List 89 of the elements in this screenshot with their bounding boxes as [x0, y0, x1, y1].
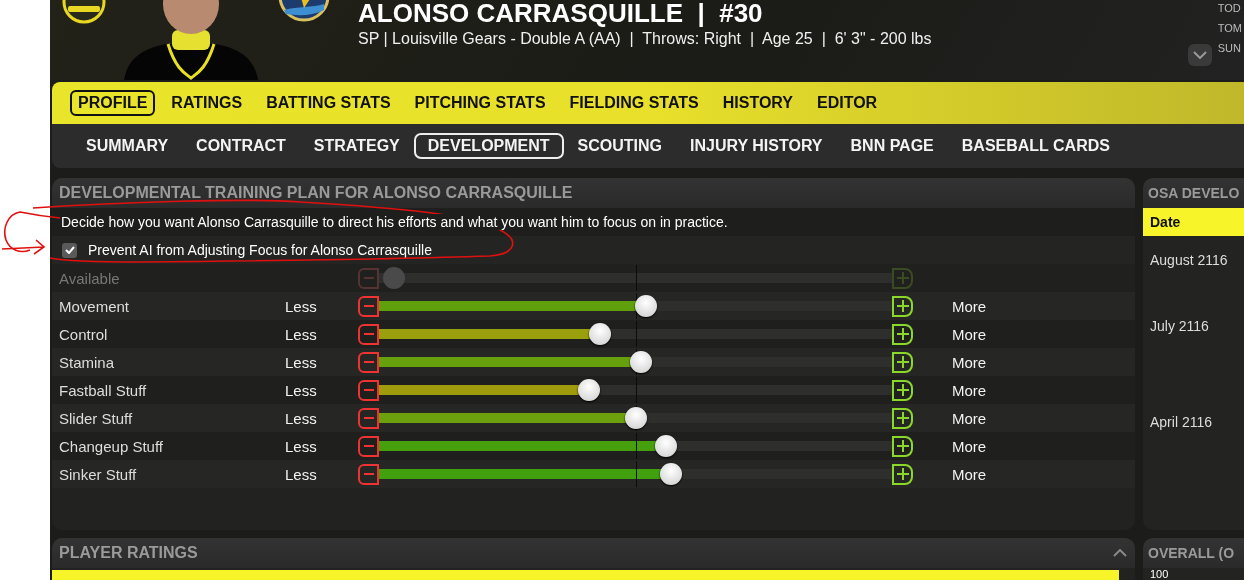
- expand-button[interactable]: [1187, 44, 1212, 66]
- row-label: Changeup Stuff: [59, 437, 164, 455]
- center-mark: [635, 377, 637, 403]
- tab[interactable]: BNN PAGE: [836, 133, 948, 159]
- slider-thumb[interactable]: [655, 435, 678, 457]
- chevron-down-icon: [1192, 51, 1207, 59]
- tab[interactable]: RATINGS: [163, 90, 251, 116]
- less-label: Less: [285, 325, 318, 343]
- row-label: Movement: [59, 297, 131, 315]
- tab[interactable]: BATTING STATS: [258, 90, 399, 116]
- more-label: More: [952, 297, 987, 315]
- minus-icon: [363, 473, 374, 475]
- description-text: Decide how you want Alonso Carrasquille to direct his efforts and what you want him to focus on in practice.: [61, 214, 728, 230]
- tab[interactable]: BASEBALL CARDS: [947, 133, 1124, 159]
- less-label: Less: [285, 465, 318, 483]
- more-label: More: [952, 465, 987, 483]
- less-label: Less: [285, 409, 318, 427]
- panel-title: OVERALL (O: [1143, 538, 1244, 568]
- row-label: Slider Stuff: [59, 409, 134, 427]
- plus-icon: [896, 328, 909, 340]
- date-cell-text: July 2116: [1149, 318, 1210, 334]
- less-label: Less: [285, 297, 318, 315]
- schedule-item: TOD: [1217, 2, 1242, 14]
- plus-icon: [896, 300, 909, 312]
- center-mark: [635, 433, 637, 459]
- minus-icon: [363, 333, 374, 335]
- date-cell-text: August 2116: [1149, 252, 1229, 268]
- slider-thumb[interactable]: [578, 379, 601, 401]
- tab[interactable]: HISTORY: [714, 90, 801, 116]
- center-mark: [635, 461, 637, 487]
- more-label: More: [952, 437, 987, 455]
- row-label: Available: [59, 269, 121, 287]
- more-label: More: [952, 381, 987, 399]
- row-label: Control: [59, 325, 109, 343]
- panel-title: OSA DEVELO: [1143, 178, 1244, 208]
- plus-icon: [896, 468, 909, 480]
- plus-icon: [896, 384, 909, 396]
- date-cell-text: April 2116: [1149, 414, 1213, 430]
- plus-icon: [896, 440, 909, 452]
- panel-title: PLAYER RATINGS: [59, 544, 198, 562]
- tab[interactable]: PROFILE: [70, 90, 156, 116]
- checkmark-icon: [64, 246, 75, 254]
- center-mark: [635, 321, 637, 347]
- minus-icon: [363, 389, 374, 391]
- player-name: ALONSO CARRASQUILLE | #30: [358, 0, 764, 26]
- minus-icon: [363, 277, 374, 279]
- schedule-item: SUN: [1217, 42, 1242, 54]
- tab[interactable]: PITCHING STATS: [406, 90, 554, 116]
- schedule-item: TOM: [1217, 22, 1242, 34]
- minus-icon: [363, 361, 374, 363]
- less-label: Less: [285, 353, 318, 371]
- row-label: Fastball Stuff: [59, 381, 148, 399]
- tab[interactable]: INJURY HISTORY: [676, 133, 837, 159]
- tab[interactable]: STRATEGY: [299, 133, 414, 159]
- plus-icon: [896, 356, 909, 368]
- plus-icon: [896, 412, 909, 424]
- checkbox[interactable]: [62, 242, 77, 258]
- more-label: More: [952, 409, 987, 427]
- minus-icon: [363, 417, 374, 419]
- center-mark: [635, 265, 637, 291]
- minus-icon: [363, 305, 374, 307]
- slider-thumb[interactable]: [660, 463, 683, 485]
- slider-thumb[interactable]: [634, 295, 657, 317]
- scroll-up-icon: [1113, 549, 1127, 557]
- slider-thumb[interactable]: [588, 323, 611, 345]
- player-info: SP | Louisville Gears - Double A (AA) | Throws: Right | Age 25 | 6' 3" - 200 lbs: [358, 30, 932, 48]
- slider-thumb[interactable]: [629, 351, 652, 373]
- row-label: Stamina: [59, 353, 116, 371]
- plus-icon: [896, 272, 909, 284]
- panel-title: DEVELOPMENTAL TRAINING PLAN FOR ALONSO CARRASQUILLE: [52, 178, 1135, 208]
- tab[interactable]: EDITOR: [809, 90, 886, 116]
- slider-thumb[interactable]: [624, 407, 647, 429]
- tab[interactable]: DEVELOPMENT: [413, 133, 564, 159]
- tab[interactable]: SCOUTING: [563, 133, 677, 159]
- team-logo-icon: [278, 0, 330, 24]
- team-logo-icon: [62, 0, 106, 24]
- checkbox-label: Prevent AI from Adjusting Focus for Alonso Carrasquille: [88, 242, 432, 258]
- more-label: More: [952, 325, 987, 343]
- minus-icon: [363, 445, 374, 447]
- tab[interactable]: SUMMARY: [72, 133, 183, 159]
- axis-label: 100: [1149, 568, 1170, 580]
- less-label: Less: [285, 381, 318, 399]
- row-label: Sinker Stuff: [59, 465, 138, 483]
- more-label: More: [952, 353, 987, 371]
- center-mark: [635, 293, 637, 319]
- tab[interactable]: FIELDING STATS: [561, 90, 707, 116]
- less-label: Less: [285, 437, 318, 455]
- column-header: Date: [1150, 214, 1181, 230]
- tab[interactable]: CONTRACT: [182, 133, 300, 159]
